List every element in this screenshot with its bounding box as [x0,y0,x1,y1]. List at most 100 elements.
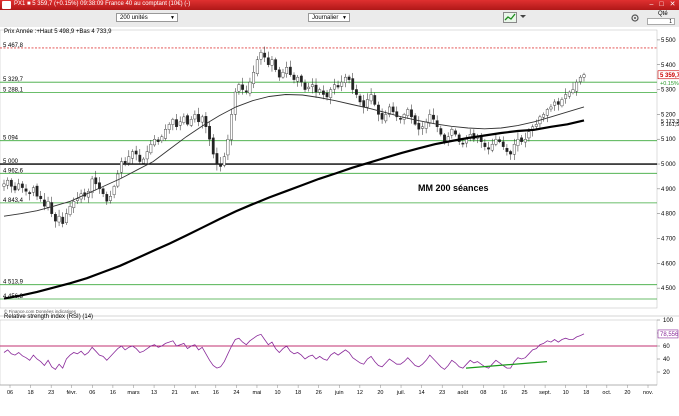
candle-body [222,156,226,166]
rsi-y-tick-label: 40 [663,357,670,363]
candle-body [351,78,355,90]
candle-body [432,114,435,120]
level-label: 5 467,8 [3,43,24,49]
last-price-change: +0.15% [660,81,679,87]
candle-body [219,163,222,167]
gear-icon [631,14,639,22]
y-tick-label: 4 500 [661,286,676,292]
candle-body [288,66,292,75]
chevron-down-icon: ▼ [170,15,175,21]
candle-body [336,85,340,88]
candle-body [384,114,388,122]
candle-body [285,67,289,74]
candle-body [244,90,248,93]
candle-body [358,95,362,103]
candle-body [410,109,413,118]
candle-body [516,139,520,146]
chart-type-icon[interactable] [503,12,517,23]
y-tick-label: 4 900 [661,187,676,193]
candle-body [406,109,410,116]
candle-body [527,131,531,139]
candle-body [167,124,171,130]
candle-body [13,185,17,191]
y-tick-label: 4 700 [661,237,676,243]
y-tick-label: 5 000 [661,162,676,168]
candle-body [255,59,259,75]
candle-body [571,89,575,93]
candle-body [509,151,512,155]
period-select[interactable]: Journalier ▼ [308,13,350,22]
window-titlebar: PX1 ■ 5 359,7 (+0.15%) 09:38:09 France 4… [0,0,679,10]
candle-body [189,119,193,126]
settings-button[interactable] [631,14,640,23]
candle-body [542,114,546,118]
candle-body [35,185,39,197]
candle-body [233,91,237,115]
candle-body [310,84,314,87]
y-tick-label: 5 300 [661,88,676,94]
x-tick-label: 16 [501,390,507,396]
x-tick-label: 10 [274,390,280,396]
level-label: 4 962,6 [3,168,24,174]
x-tick-label: 23 [48,390,54,396]
x-tick-label: 06 [89,390,95,396]
candle-body [377,104,380,115]
x-tick-label: 23 [439,390,445,396]
x-tick-label: nov. [643,390,653,396]
x-tick-label: 13 [151,390,157,396]
candle-body [226,139,230,156]
candle-body [263,52,267,58]
candle-body [391,106,395,113]
candle-body [39,195,43,199]
chart-type-dropdown[interactable] [520,12,528,23]
candle-body [373,95,377,105]
candle-body [343,76,347,83]
x-tick-label: 26 [316,390,322,396]
candle-body [347,76,351,80]
candle-body [208,125,211,140]
candle-body [211,137,215,155]
candle-body [53,213,57,222]
period-select-value: Journalier [312,15,339,21]
candle-body [24,188,28,192]
candle-body [241,84,245,90]
candle-body [494,139,498,145]
x-tick-label: sept. [539,390,551,396]
candle-body [380,113,384,120]
candle-body [318,89,322,93]
candle-body [490,143,494,151]
candle-body [252,71,256,84]
x-tick-label: 16 [213,390,219,396]
close-button[interactable]: ✕ [668,1,677,9]
candle-body [450,129,454,136]
candle-chart-icon [504,13,516,22]
x-tick-label: oct. [602,390,611,396]
x-tick-label: 21 [172,390,178,396]
app-logo-icon [2,1,11,9]
rsi-y-tick-label: 60 [663,344,670,350]
candle-body [65,213,68,223]
candle-body [248,81,252,94]
candle-body [156,139,160,142]
x-tick-label: juil. [396,390,406,396]
units-select[interactable]: 200 unités ▼ [116,13,178,22]
minimize-button[interactable]: – [647,1,656,9]
candle-body [545,109,549,116]
candle-body [178,121,182,126]
chart-toolbar: 200 unités ▼ Journalier ▼ Qté 1 [0,10,679,28]
candle-body [575,81,579,92]
candle-body [123,161,127,165]
candle-body [112,186,116,195]
candle-body [164,129,167,139]
quantity-input[interactable]: 1 [647,18,675,25]
chart-area[interactable]: 4 500 4 600 4 700 4 800 4 900 5 000 5 100 5 200… [0,27,679,416]
candle-body [564,94,568,99]
candle-body [421,126,424,129]
candle-body [439,128,443,135]
units-select-value: 200 unités [120,15,148,21]
candle-body [487,147,490,150]
candle-body [512,143,516,155]
candle-body [87,191,90,198]
maximize-button[interactable]: □ [657,1,666,9]
candle-body [428,114,432,124]
